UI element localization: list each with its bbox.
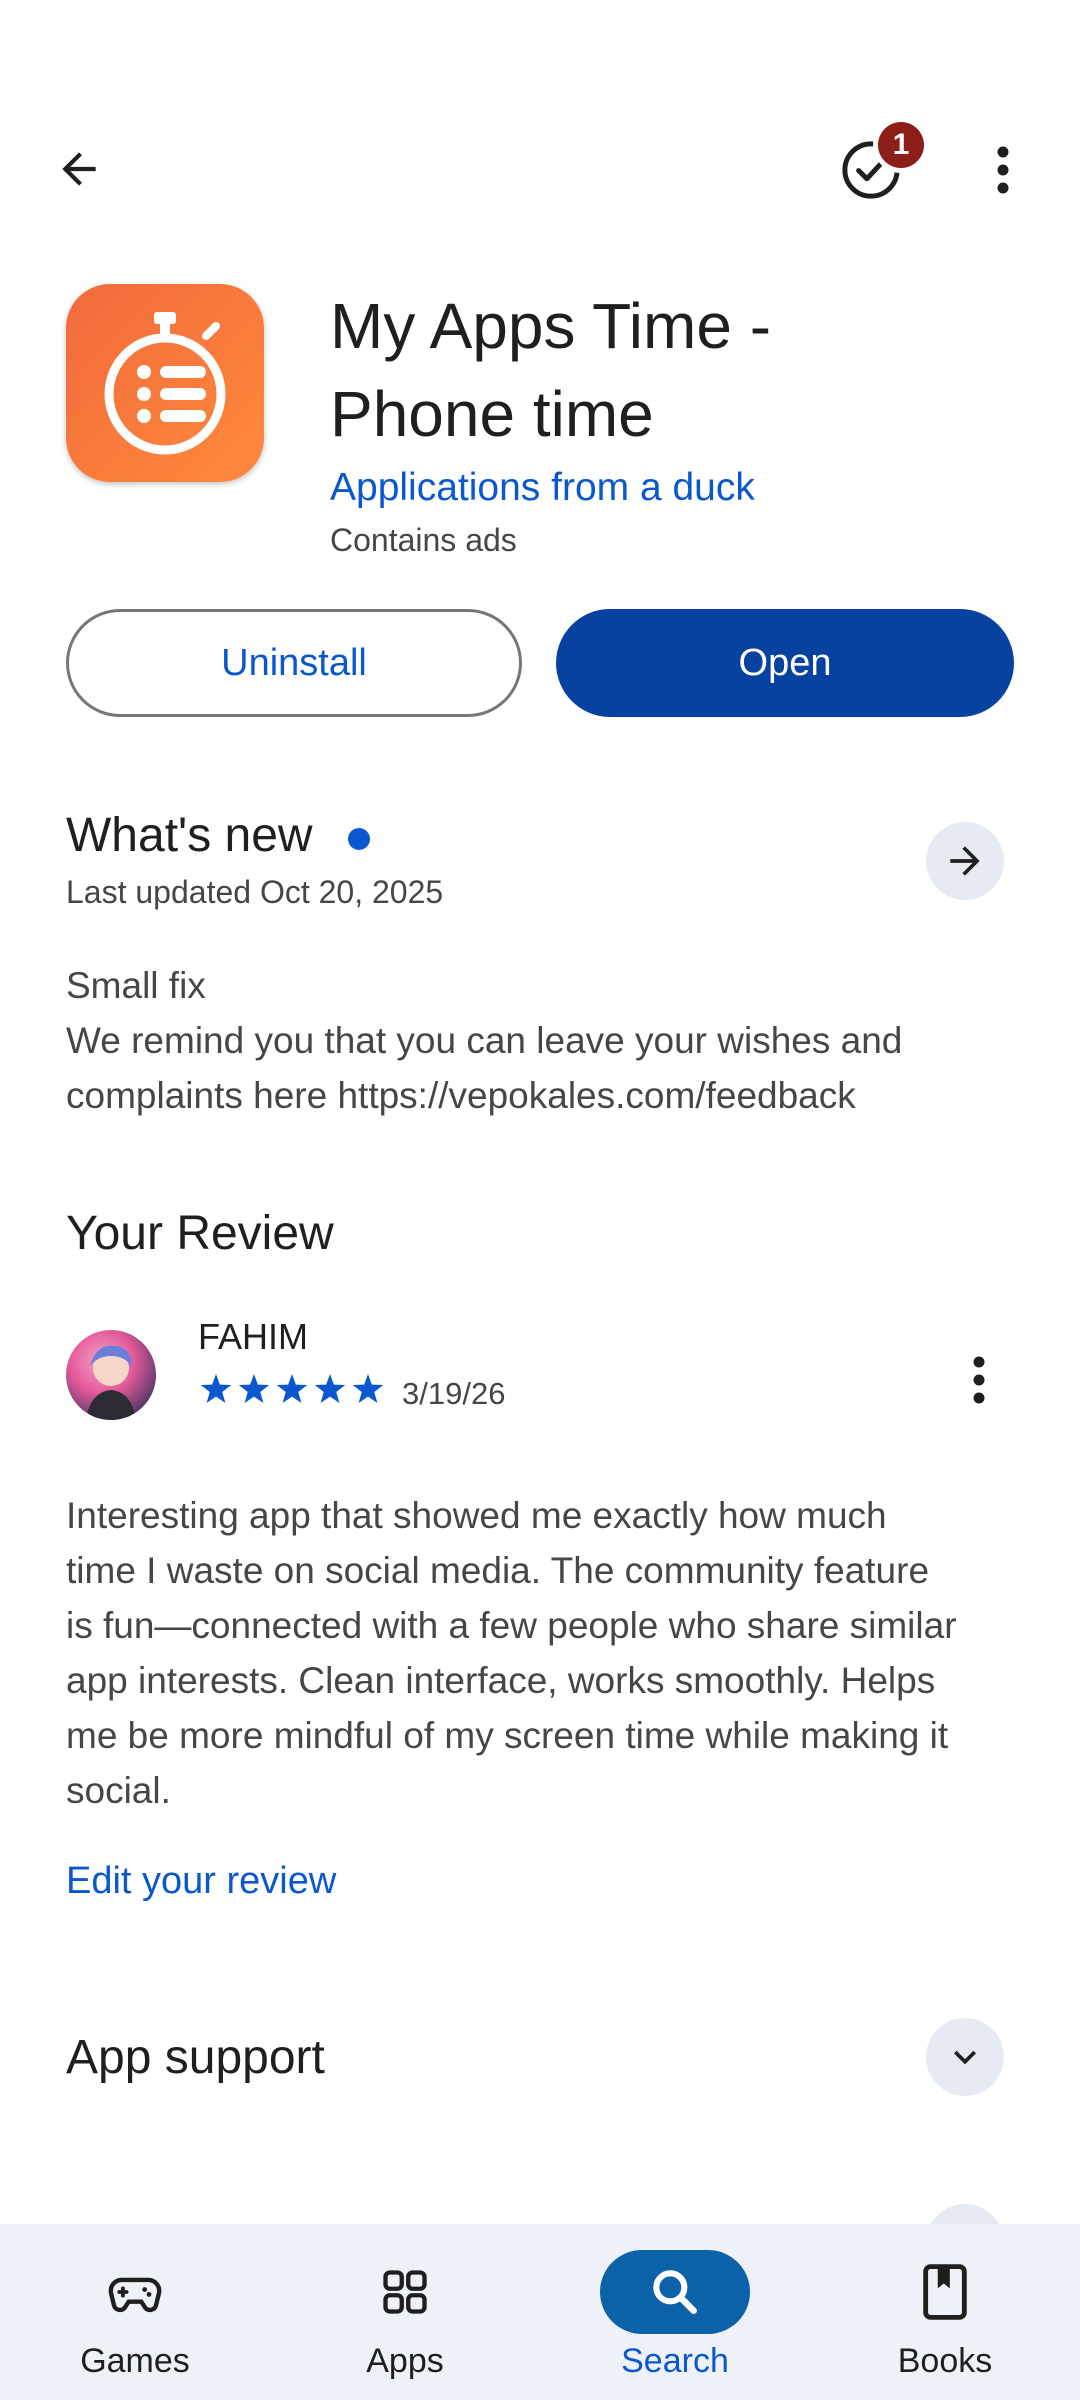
- nav-search[interactable]: Search: [540, 2224, 810, 2400]
- star-icon: [314, 1374, 346, 1403]
- review-line: time I waste on social media. The commun…: [66, 1550, 930, 1591]
- whats-new-line: Small fix: [66, 965, 206, 1006]
- app-title: My Apps Time - Phone time: [330, 282, 1030, 458]
- review-text: Interesting app that showed me exactly h…: [66, 1488, 1046, 1818]
- app-support-title: App support: [66, 2031, 325, 2084]
- notification-badge: 1: [878, 122, 924, 168]
- review-line: is fun—connected with a few people who s…: [66, 1605, 957, 1646]
- review-line: Interesting app that showed me exactly h…: [66, 1495, 887, 1536]
- star-rating: [198, 1372, 388, 1408]
- arrow-back-icon: [62, 152, 96, 186]
- review-author: FAHIM: [198, 1316, 309, 1357]
- avatar-image-icon: [86, 1345, 136, 1420]
- nav-apps-label: Apps: [366, 2342, 444, 2380]
- star-icon: [352, 1374, 384, 1403]
- book-icon: [923, 2264, 967, 2320]
- gamepad-icon: [108, 2277, 162, 2313]
- your-review-title: Your Review: [66, 1207, 334, 1260]
- nav-games-icon-wrap: [60, 2250, 210, 2334]
- whats-new-arrow-button[interactable]: [926, 822, 1004, 900]
- nav-apps[interactable]: Apps: [270, 2224, 540, 2400]
- back-button[interactable]: [40, 130, 118, 208]
- nav-books-icon-wrap: [870, 2250, 1020, 2334]
- apps-grid-icon: [383, 2270, 427, 2314]
- arrow-forward-icon: [950, 846, 980, 876]
- review-line: social.: [66, 1770, 171, 1811]
- nav-apps-icon-wrap: [330, 2250, 480, 2334]
- nav-books-label: Books: [897, 2342, 993, 2380]
- open-button[interactable]: Open: [556, 609, 1014, 717]
- more-vert-icon: [973, 1356, 985, 1404]
- ads-notice: Contains ads: [330, 522, 517, 558]
- new-indicator-dot: [348, 828, 370, 850]
- app-icon: [66, 284, 264, 482]
- whats-new-line: We remind you that you can leave your wi…: [66, 1020, 903, 1061]
- edit-review-link[interactable]: Edit your review: [66, 1860, 336, 1903]
- nav-games-label: Games: [80, 2342, 190, 2380]
- nav-search-icon-wrap: [600, 2250, 750, 2334]
- avatar: [66, 1330, 156, 1420]
- review-date: 3/19/26: [402, 1376, 506, 1411]
- star-icon: [238, 1374, 270, 1403]
- uninstall-button[interactable]: Uninstall: [66, 609, 522, 717]
- whats-new-line: complaints here https://vepokales.com/fe…: [66, 1075, 856, 1116]
- app-support-expand-button[interactable]: [926, 2018, 1004, 2096]
- review-more-button[interactable]: [942, 1340, 1016, 1420]
- more-options-button[interactable]: [966, 130, 1040, 210]
- chevron-down-icon: [954, 2050, 976, 2065]
- developer-link[interactable]: Applications from a duck: [330, 466, 755, 510]
- nav-books[interactable]: Books: [810, 2224, 1080, 2400]
- nav-search-label: Search: [621, 2342, 729, 2380]
- app-title-line1: My Apps Time -: [330, 290, 771, 362]
- whats-new-title: What's new: [66, 809, 313, 862]
- whats-new-body: Small fix We remind you that you can lea…: [66, 958, 1026, 1123]
- app-title-line2: Phone time: [330, 378, 654, 450]
- star-icon: [276, 1374, 308, 1403]
- search-icon: [653, 2270, 697, 2314]
- review-line: app interests. Clean interface, works sm…: [66, 1660, 936, 1701]
- stopwatch-list-icon: [104, 312, 226, 455]
- bottom-navigation: Games Apps Search Books: [0, 2224, 1080, 2400]
- nav-games[interactable]: Games: [0, 2224, 270, 2400]
- star-icon: [200, 1374, 232, 1403]
- more-vert-icon: [997, 146, 1009, 194]
- last-updated: Last updated Oct 20, 2025: [66, 874, 444, 910]
- review-line: me be more mindful of my screen time whi…: [66, 1715, 949, 1756]
